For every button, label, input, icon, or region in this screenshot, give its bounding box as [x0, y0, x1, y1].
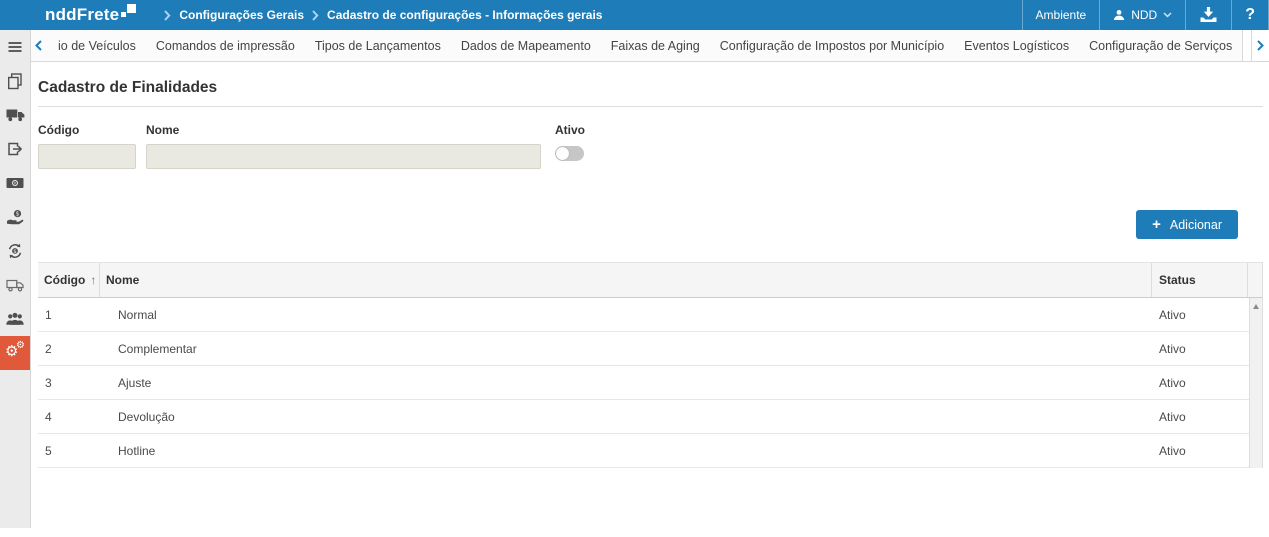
tab-tipos-de-lancamentos[interactable]: Tipos de Lançamentos — [305, 30, 451, 61]
tab-impostos-por-municipio[interactable]: Configuração de Impostos por Município — [710, 30, 954, 61]
chevron-right-icon — [312, 10, 319, 21]
download-button[interactable] — [1185, 0, 1231, 30]
help-icon: ? — [1245, 6, 1255, 24]
tab-faixas-de-aging[interactable]: Faixas de Aging — [601, 30, 710, 61]
banknote-icon — [6, 177, 24, 189]
app-logo[interactable]: nddFrete — [45, 2, 136, 28]
header-actions: Ambiente NDD ? — [1022, 0, 1269, 30]
codigo-input[interactable] — [38, 144, 136, 169]
column-header-status[interactable]: Status — [1152, 263, 1248, 297]
svg-text:$: $ — [13, 249, 17, 255]
tab-dados-de-mapeamento[interactable]: Dados de Mapeamento — [451, 30, 601, 61]
table-row[interactable]: 1 Normal Ativo — [38, 298, 1262, 332]
cell-nome: Ajuste — [100, 366, 1152, 399]
coin-hand-icon: $ — [6, 209, 24, 226]
sidebar-item-billing[interactable] — [0, 166, 30, 200]
users-icon — [6, 312, 24, 326]
user-menu-button[interactable]: NDD — [1099, 0, 1185, 30]
table-row[interactable]: 5 Hotline Ativo — [38, 434, 1262, 468]
cell-status: Ativo — [1152, 366, 1262, 399]
cell-status: Ativo — [1152, 298, 1262, 331]
cell-codigo: 4 — [38, 400, 100, 433]
tab-configuracao-de-servicos[interactable]: Configuração de Serviços — [1079, 30, 1242, 61]
ndd-logo-icon — [121, 4, 136, 20]
table-body: 1 Normal Ativo 2 Complementar Ativo 3 Aj… — [38, 298, 1262, 468]
download-icon — [1199, 7, 1218, 23]
finalidades-table: Código ↑ Nome Status 1 Normal Ativo 2 Co… — [38, 262, 1263, 468]
tabs-scroll-right-button[interactable] — [1251, 30, 1269, 61]
money-refresh-icon: $ — [7, 243, 23, 259]
ativo-label: Ativo — [555, 123, 585, 137]
tab-finalidades[interactable]: Finalidades — [1242, 30, 1251, 61]
cell-nome: Normal — [100, 298, 1152, 331]
tabs-strip: io de Veículos Comandos de impressão Tip… — [46, 30, 1251, 61]
cell-status: Ativo — [1152, 400, 1262, 433]
user-icon — [1113, 9, 1125, 21]
sort-ascending-icon: ↑ — [90, 273, 96, 287]
ambiente-button[interactable]: Ambiente — [1022, 0, 1100, 30]
sidebar-item-documents[interactable] — [0, 64, 30, 98]
logo-text: nddFrete — [45, 2, 119, 28]
menu-icon — [7, 39, 23, 55]
tabs-scroll-left-button[interactable] — [31, 30, 46, 61]
sidebar-item-settings[interactable]: ⚙⚙ — [0, 336, 30, 370]
scroll-up-icon — [1253, 304, 1259, 309]
table-row[interactable]: 3 Ajuste Ativo — [38, 366, 1262, 400]
caret-down-icon — [1163, 12, 1172, 18]
sidebar-item-logistics[interactable] — [0, 268, 30, 302]
cell-codigo: 3 — [38, 366, 100, 399]
page-title: Cadastro de Finalidades — [38, 79, 1263, 107]
sidebar-item-money-exchange[interactable]: $ — [0, 234, 30, 268]
cell-status: Ativo — [1152, 332, 1262, 365]
tab-tipo-de-veiculos[interactable]: io de Veículos — [48, 30, 146, 61]
column-header-codigo[interactable]: Código ↑ — [38, 263, 100, 297]
nome-input[interactable] — [146, 144, 541, 169]
codigo-label: Código — [38, 123, 136, 137]
tab-comandos-de-impressao[interactable]: Comandos de impressão — [146, 30, 305, 61]
breadcrumb-item[interactable]: Configurações Gerais — [179, 8, 304, 22]
sidebar-item-export[interactable] — [0, 132, 30, 166]
main-content: Cadastro de Finalidades Código Nome Ativ… — [31, 62, 1269, 537]
copy-pages-icon — [7, 73, 23, 90]
chevron-right-icon — [164, 10, 171, 21]
cell-nome: Devolução — [100, 400, 1152, 433]
table-row[interactable]: 4 Devolução Ativo — [38, 400, 1262, 434]
truck-icon — [6, 108, 25, 122]
table-row[interactable]: 2 Complementar Ativo — [38, 332, 1262, 366]
header-scroll-spacer — [1248, 263, 1262, 297]
sidebar: $ $ — [0, 30, 31, 528]
toggle-knob — [556, 147, 569, 160]
tab-eventos-logisticos[interactable]: Eventos Logísticos — [954, 30, 1079, 61]
cell-codigo: 5 — [38, 434, 100, 467]
user-label: NDD — [1131, 8, 1157, 22]
nome-label: Nome — [146, 123, 541, 137]
column-header-nome[interactable]: Nome — [100, 263, 1152, 297]
cell-codigo: 2 — [38, 332, 100, 365]
cell-nome: Hotline — [100, 434, 1152, 467]
sidebar-item-receivables[interactable]: $ — [0, 200, 30, 234]
ambiente-label: Ambiente — [1036, 8, 1087, 22]
help-button[interactable]: ? — [1231, 0, 1269, 30]
svg-text:$: $ — [16, 211, 20, 217]
plus-icon: + — [1152, 217, 1161, 232]
table-scrollbar[interactable] — [1249, 298, 1262, 468]
adicionar-button[interactable]: + Adicionar — [1136, 210, 1238, 239]
table-header-row: Código ↑ Nome Status — [38, 262, 1262, 298]
app-header: nddFrete Configurações Gerais Cadastro d… — [0, 0, 1269, 30]
cell-nome: Complementar — [100, 332, 1152, 365]
ativo-toggle[interactable] — [555, 146, 584, 161]
adicionar-label: Adicionar — [1170, 218, 1222, 232]
breadcrumb: Configurações Gerais Cadastro de configu… — [164, 8, 602, 22]
finalidade-form: Código Nome Ativo — [38, 123, 1263, 169]
truck-outline-icon — [6, 278, 25, 292]
sidebar-toggle-menu[interactable] — [0, 30, 30, 64]
sidebar-item-users[interactable] — [0, 302, 30, 336]
cell-codigo: 1 — [38, 298, 100, 331]
breadcrumb-item-current: Cadastro de configurações - Informações … — [327, 8, 602, 22]
tab-bar: io de Veículos Comandos de impressão Tip… — [31, 30, 1269, 62]
sidebar-item-fleet[interactable] — [0, 98, 30, 132]
cell-status: Ativo — [1152, 434, 1262, 467]
gears-icon: ⚙⚙ — [5, 343, 25, 363]
export-icon — [7, 141, 23, 157]
